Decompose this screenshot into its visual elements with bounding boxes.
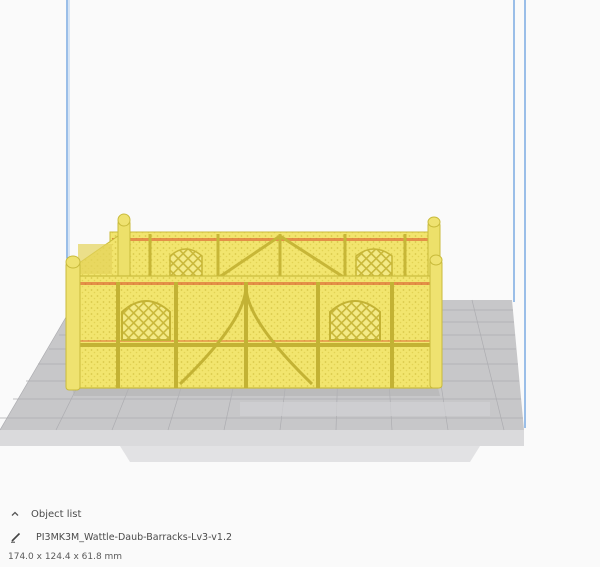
pencil-icon[interactable]: [10, 531, 22, 543]
object-name: PI3MK3M_Wattle-Daub-Barracks-Lv3-v1.2: [36, 531, 233, 543]
object-list-item[interactable]: PI3MK3M_Wattle-Daub-Barracks-Lv3-v1.2: [10, 529, 232, 545]
3d-viewport[interactable]: [0, 0, 600, 567]
barracks-model[interactable]: [65, 213, 443, 396]
chevron-up-icon: [10, 509, 20, 519]
object-dimensions: 174.0 x 124.4 x 61.8 mm: [8, 552, 123, 562]
object-panel: Object list PI3MK3M_Wattle-Daub-Barracks…: [0, 496, 600, 567]
object-list-toggle[interactable]: Object list: [10, 506, 81, 522]
object-list-label: Object list: [31, 508, 82, 520]
